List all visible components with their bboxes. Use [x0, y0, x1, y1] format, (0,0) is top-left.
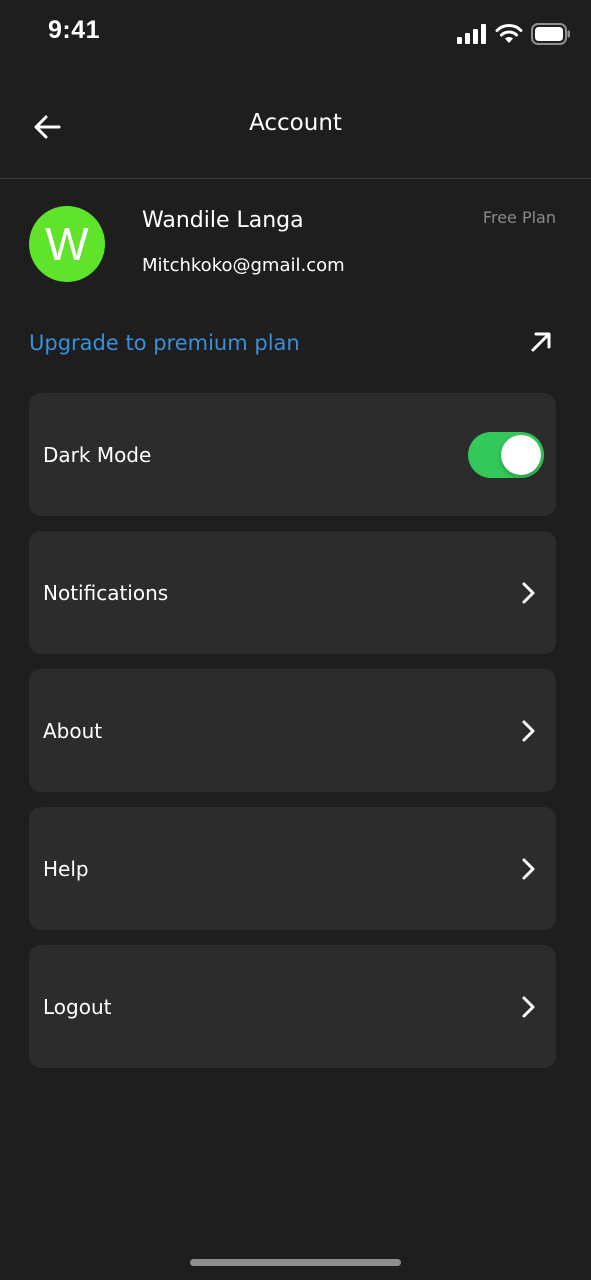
- battery-icon: [531, 23, 570, 45]
- home-indicator[interactable]: [190, 1259, 401, 1266]
- dark-mode-toggle[interactable]: [468, 431, 544, 478]
- status-bar: 9:41: [0, 0, 591, 70]
- settings-menu: Dark Mode Notifications About Help Logou…: [29, 393, 556, 1083]
- settings-item-label: Help: [43, 856, 89, 881]
- chevron-right-icon: [522, 582, 535, 603]
- settings-item-dark-mode: Dark Mode: [29, 393, 556, 516]
- header: Account: [0, 70, 591, 179]
- chevron-right-icon: [522, 858, 535, 879]
- toggle-knob: [501, 434, 541, 475]
- status-icons: [457, 22, 571, 46]
- profile-email: Mitchkoko@gmail.com: [142, 255, 345, 276]
- settings-item-label: About: [43, 718, 103, 743]
- arrow-up-right-icon[interactable]: [527, 328, 555, 356]
- settings-item-help[interactable]: Help: [29, 807, 556, 930]
- page-title: Account: [249, 110, 342, 136]
- cellular-signal-icon: [457, 24, 486, 44]
- settings-item-notifications[interactable]: Notifications: [29, 531, 556, 654]
- wifi-icon: [495, 24, 523, 43]
- avatar[interactable]: W: [29, 206, 105, 282]
- chevron-right-icon: [522, 720, 535, 741]
- plan-badge: Free Plan: [482, 208, 556, 227]
- profile-name: Wandile Langa: [142, 208, 304, 233]
- settings-item-logout[interactable]: Logout: [29, 945, 556, 1068]
- settings-item-label: Notifications: [43, 580, 169, 605]
- settings-item-about[interactable]: About: [29, 669, 556, 792]
- chevron-right-icon: [522, 996, 535, 1017]
- upgrade-link[interactable]: Upgrade to premium plan: [29, 331, 300, 355]
- settings-item-label: Dark Mode: [43, 442, 152, 467]
- settings-item-label: Logout: [43, 994, 112, 1019]
- status-time: 9:41: [48, 16, 101, 44]
- avatar-initial: W: [45, 218, 89, 270]
